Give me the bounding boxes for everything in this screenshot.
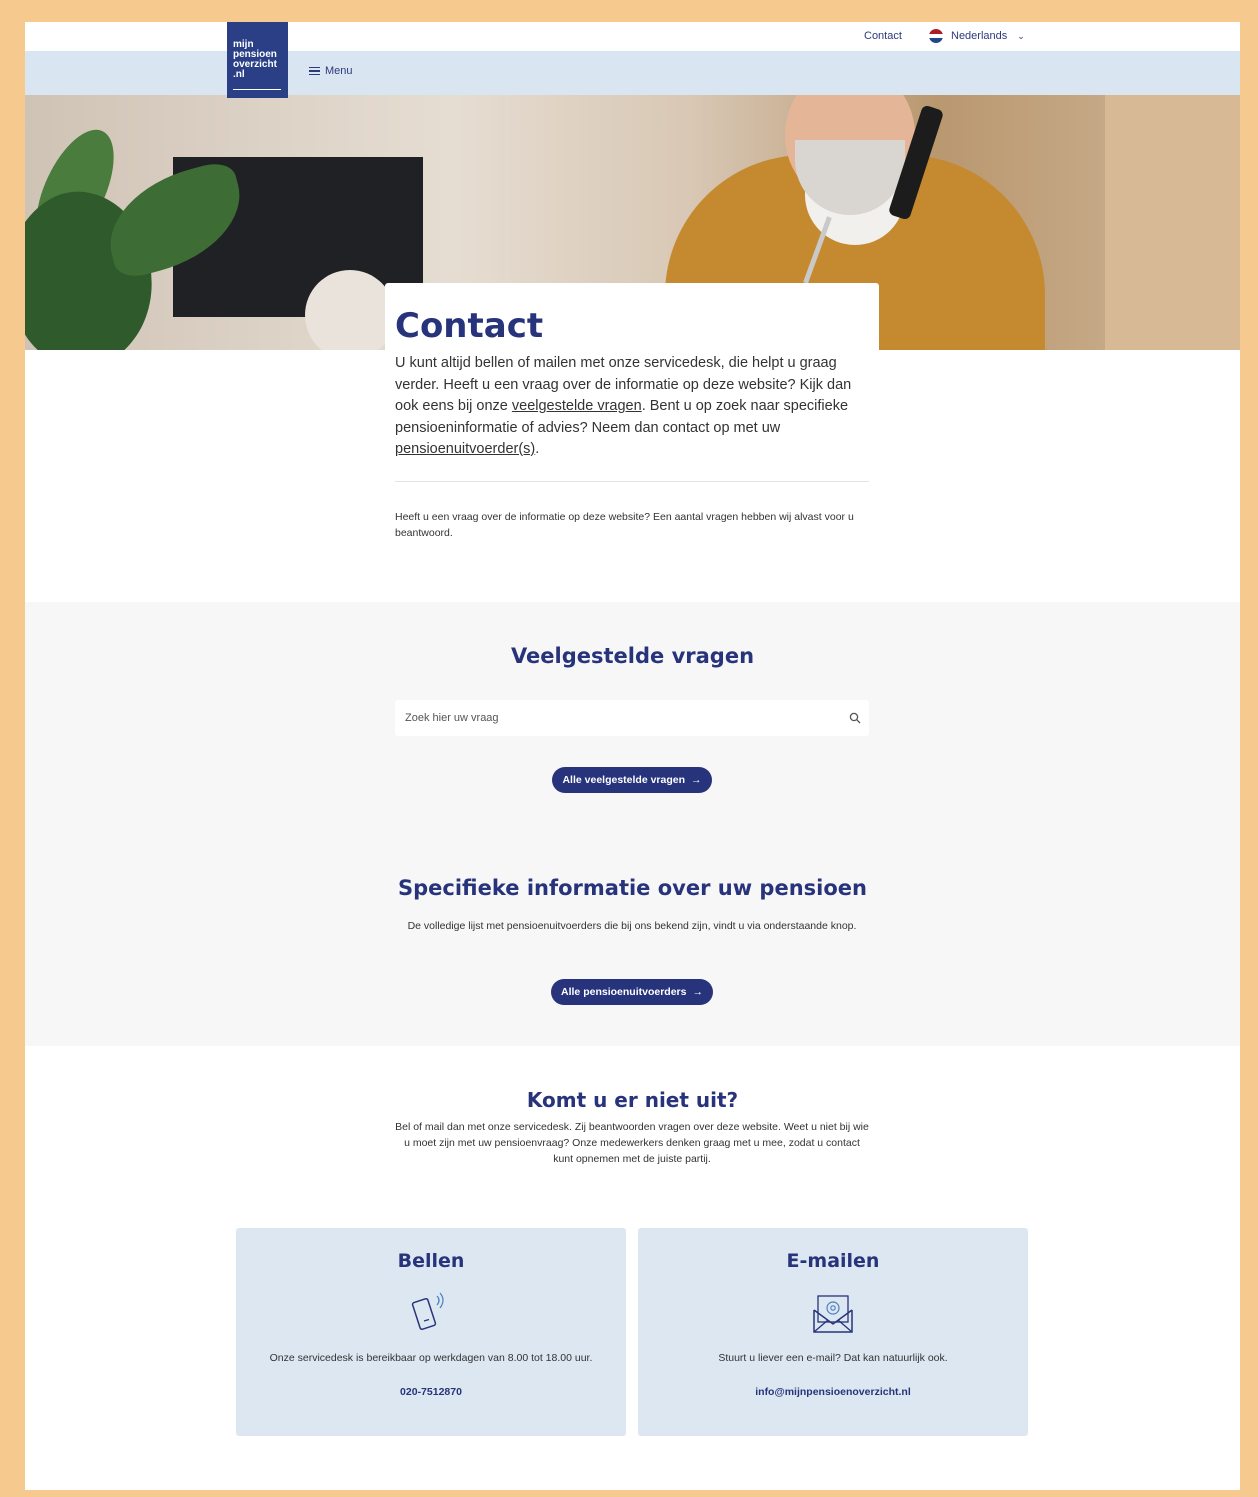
- chevron-down-icon: ⌄: [1017, 30, 1025, 41]
- faq-search-input[interactable]: [395, 700, 869, 736]
- intro-text: U kunt altijd bellen of mailen met onze …: [395, 355, 852, 457]
- language-label: Nederlands: [951, 30, 1008, 42]
- all-providers-button-label: Alle pensioenuitvoerders: [561, 986, 687, 998]
- intro-card: Contact U kunt altijd bellen of mailen m…: [385, 283, 879, 548]
- help-description: Bel of mail dan met onze servicedesk. Zi…: [395, 1121, 869, 1165]
- mail-tile: E-mailen Stuurt u liever een e-mail? Dat…: [638, 1228, 1028, 1436]
- top-utility-bar: Contact Nederlands ⌄: [25, 22, 1240, 51]
- logo-line-4: .nl: [233, 69, 245, 80]
- page-title: Contact: [395, 306, 544, 346]
- call-tile-title: Bellen: [397, 1250, 465, 1272]
- hero-curtain: [1105, 95, 1240, 350]
- intro-note: Heeft u een vraag over de informatie op …: [395, 510, 854, 539]
- dutch-flag-icon: [929, 29, 943, 43]
- search-icon[interactable]: [849, 712, 861, 724]
- menu-label: Menu: [325, 65, 353, 77]
- phone-icon: [411, 1292, 444, 1331]
- all-providers-button[interactable]: Alle pensioenuitvoerders →: [551, 979, 713, 1005]
- specific-title: Specifieke informatie over uw pensioen: [398, 876, 867, 900]
- call-tile: Bellen Onze servicedesk is bereikbaar op…: [236, 1228, 626, 1436]
- main-navigation: Menu: [25, 51, 1240, 95]
- contact-link[interactable]: Contact: [864, 30, 902, 42]
- arrow-right-icon: →: [691, 774, 702, 786]
- call-tile-description: Onze servicedesk is bereikbaar op werkda…: [269, 1352, 593, 1364]
- specific-description: De volledige lijst met pensioenuitvoerde…: [407, 920, 857, 932]
- mail-tile-title: E-mailen: [786, 1250, 880, 1272]
- logo-underline: [233, 88, 281, 90]
- faq-inline-link[interactable]: veelgestelde vragen: [512, 398, 642, 414]
- faq-section: Veelgestelde vragen Alle veelgestelde vr…: [25, 602, 1240, 1046]
- providers-inline-link[interactable]: pensioenuitvoerder(s): [395, 441, 535, 457]
- hero-ornament: [305, 270, 395, 350]
- all-faq-button-label: Alle veelgestelde vragen: [562, 774, 686, 786]
- envelope-icon: [813, 1295, 853, 1333]
- faq-title: Veelgestelde vragen: [510, 644, 755, 668]
- menu-button[interactable]: Menu: [309, 65, 353, 77]
- hamburger-icon: [309, 66, 320, 76]
- page: Contact Nederlands ⌄ Menu mijn pensioen …: [25, 22, 1240, 1490]
- help-title: Komt u er niet uit?: [526, 1088, 739, 1112]
- language-selector[interactable]: Nederlands ⌄: [929, 27, 1025, 45]
- divider: [395, 480, 869, 482]
- arrow-right-icon: →: [692, 986, 703, 998]
- email-address-link[interactable]: info@mijnpensioenoverzicht.nl: [638, 1386, 1028, 1398]
- phone-number-link[interactable]: 020-7512870: [236, 1386, 626, 1398]
- site-logo[interactable]: mijn pensioen overzicht .nl: [227, 22, 288, 98]
- all-faq-button[interactable]: Alle veelgestelde vragen →: [552, 767, 712, 793]
- mail-tile-description: Stuurt u liever een e-mail? Dat kan natu…: [718, 1352, 948, 1364]
